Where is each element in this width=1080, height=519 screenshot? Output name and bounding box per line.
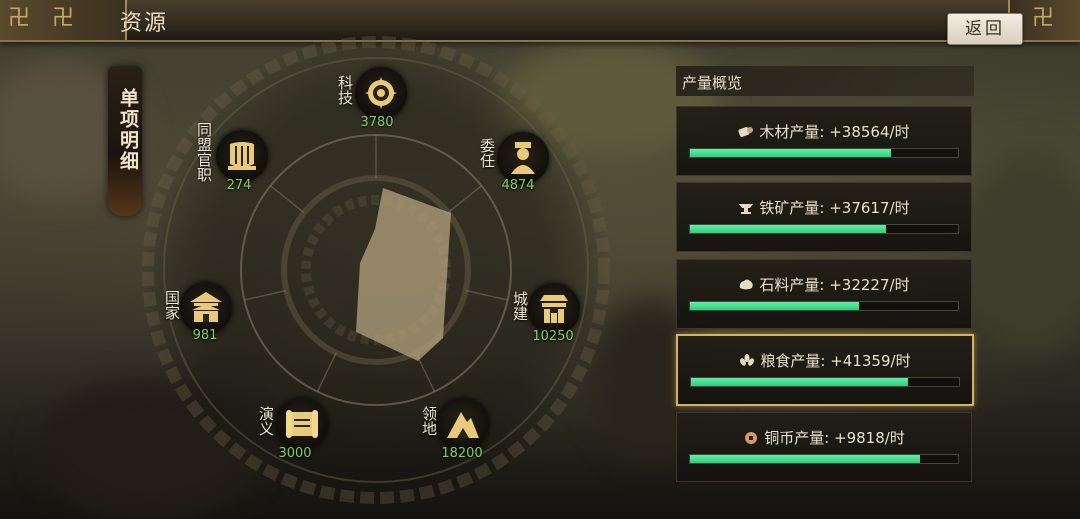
- production-row-stone[interactable]: 石料产量: +32227/时: [676, 259, 972, 329]
- node-chengjian-name: 城建: [511, 291, 529, 321]
- node-weiren-value: 4874: [501, 178, 535, 193]
- fret-ornament-icon: 卍: [52, 6, 75, 31]
- production-progress-fill: [690, 455, 921, 463]
- back-button[interactable]: 返回: [947, 13, 1023, 45]
- production-progress-bar: [690, 377, 960, 387]
- node-lingdi-value: 18200: [441, 446, 483, 461]
- production-row-label: 粮食产量: +41359/时: [678, 350, 972, 371]
- node-guojia-name: 国家: [163, 290, 181, 320]
- palace-icon: [180, 282, 232, 334]
- node-weiren-name: 委任: [478, 138, 496, 168]
- node-weiren[interactable]: 委任 4874: [478, 132, 577, 198]
- node-chengjian-value: 10250: [532, 329, 574, 344]
- production-progress-bar: [689, 454, 959, 464]
- coin-icon: [745, 432, 758, 444]
- production-row-food[interactable]: 粮食产量: +41359/时: [676, 334, 974, 406]
- node-keji-value: 3780: [360, 115, 394, 130]
- scenery-blur: [960, 150, 1080, 350]
- grain-icon: [740, 354, 755, 366]
- node-lingdi[interactable]: 领地 18200: [420, 398, 517, 464]
- production-row-copper[interactable]: 铜币产量: +9818/时: [676, 412, 972, 482]
- production-progress-fill: [690, 225, 886, 233]
- node-tongmeng-name: 同盟官职: [195, 122, 213, 182]
- anvil-icon: [739, 204, 754, 214]
- mountain-icon: [437, 398, 489, 450]
- production-row-iron[interactable]: 铁矿产量: +37617/时: [676, 182, 972, 252]
- production-row-text: 铜币产量: +9818/时: [764, 429, 905, 447]
- page-title: 资源: [120, 11, 169, 36]
- node-tongmeng-value: 274: [226, 178, 252, 193]
- production-row-label: 石料产量: +32227/时: [677, 274, 971, 295]
- production-progress-bar: [689, 148, 959, 158]
- production-row-label: 铁矿产量: +37617/时: [677, 197, 971, 218]
- production-progress-bar: [689, 224, 959, 234]
- node-tongmeng[interactable]: 同盟官职 274: [195, 122, 296, 196]
- ornament-left: 卍 卍: [0, 0, 127, 40]
- production-row-text: 木材产量: +38564/时: [759, 123, 910, 141]
- gear-target-icon: [355, 67, 407, 119]
- city-building-icon: [528, 283, 580, 335]
- production-row-text: 粮食产量: +41359/时: [760, 352, 911, 370]
- wheel-spoke: [415, 352, 436, 392]
- tab-detail[interactable]: 单项明细: [108, 66, 142, 216]
- production-progress-fill: [690, 302, 859, 310]
- official-icon: [497, 132, 549, 184]
- panel-header: 产量概览: [676, 66, 974, 96]
- scenery-blur: [40, 380, 260, 519]
- top-bar: 卍 卍 资源 卍: [0, 0, 1080, 42]
- production-row-wood[interactable]: 木材产量: +38564/时: [676, 106, 972, 176]
- node-chengjian[interactable]: 城建 10250: [511, 283, 608, 349]
- panel-title: 产量概览: [682, 74, 743, 92]
- fret-ornament-icon: 卍: [8, 6, 31, 31]
- fret-ornament-icon: 卍: [1032, 6, 1055, 31]
- node-yanyi[interactable]: 演义 3000: [257, 398, 356, 464]
- production-row-label: 铜币产量: +9818/时: [677, 427, 971, 448]
- radar-polygon: [356, 188, 451, 361]
- production-progress-bar: [689, 301, 959, 311]
- node-yanyi-value: 3000: [278, 446, 312, 461]
- node-keji[interactable]: 科技 3780: [336, 67, 425, 133]
- resource-screen: 卍 卍 资源 卍 返回 单项明细 科技 3780 委任 4874 城建 1025…: [0, 0, 1080, 519]
- wheel-spoke: [316, 352, 337, 392]
- node-lingdi-name: 领地: [420, 406, 438, 436]
- production-overview-panel: 产量概览 木材产量: +38564/时 铁矿产量: +37617/时 石料产量:…: [676, 66, 974, 486]
- production-row-text: 铁矿产量: +37617/时: [759, 199, 910, 217]
- production-progress-fill: [690, 149, 891, 157]
- wheel-center-pattern: [301, 195, 451, 345]
- node-guojia-value: 981: [192, 328, 218, 343]
- production-progress-fill: [691, 378, 909, 386]
- wheel-center-ring: [281, 175, 471, 365]
- stone-icon: [740, 279, 754, 290]
- wood-icon: [738, 127, 754, 137]
- node-yanyi-name: 演义: [257, 406, 275, 436]
- production-row-label: 木材产量: +38564/时: [677, 121, 971, 142]
- node-guojia[interactable]: 国家 981: [163, 282, 260, 348]
- alliance-icon: [216, 130, 268, 182]
- wheel-spoke: [447, 185, 483, 214]
- scroll-icon: [276, 398, 328, 450]
- wheel-spoke: [465, 289, 508, 301]
- production-row-text: 石料产量: +32227/时: [759, 276, 910, 294]
- tab-detail-label: 单项明细: [117, 88, 139, 172]
- node-keji-name: 科技: [336, 75, 354, 105]
